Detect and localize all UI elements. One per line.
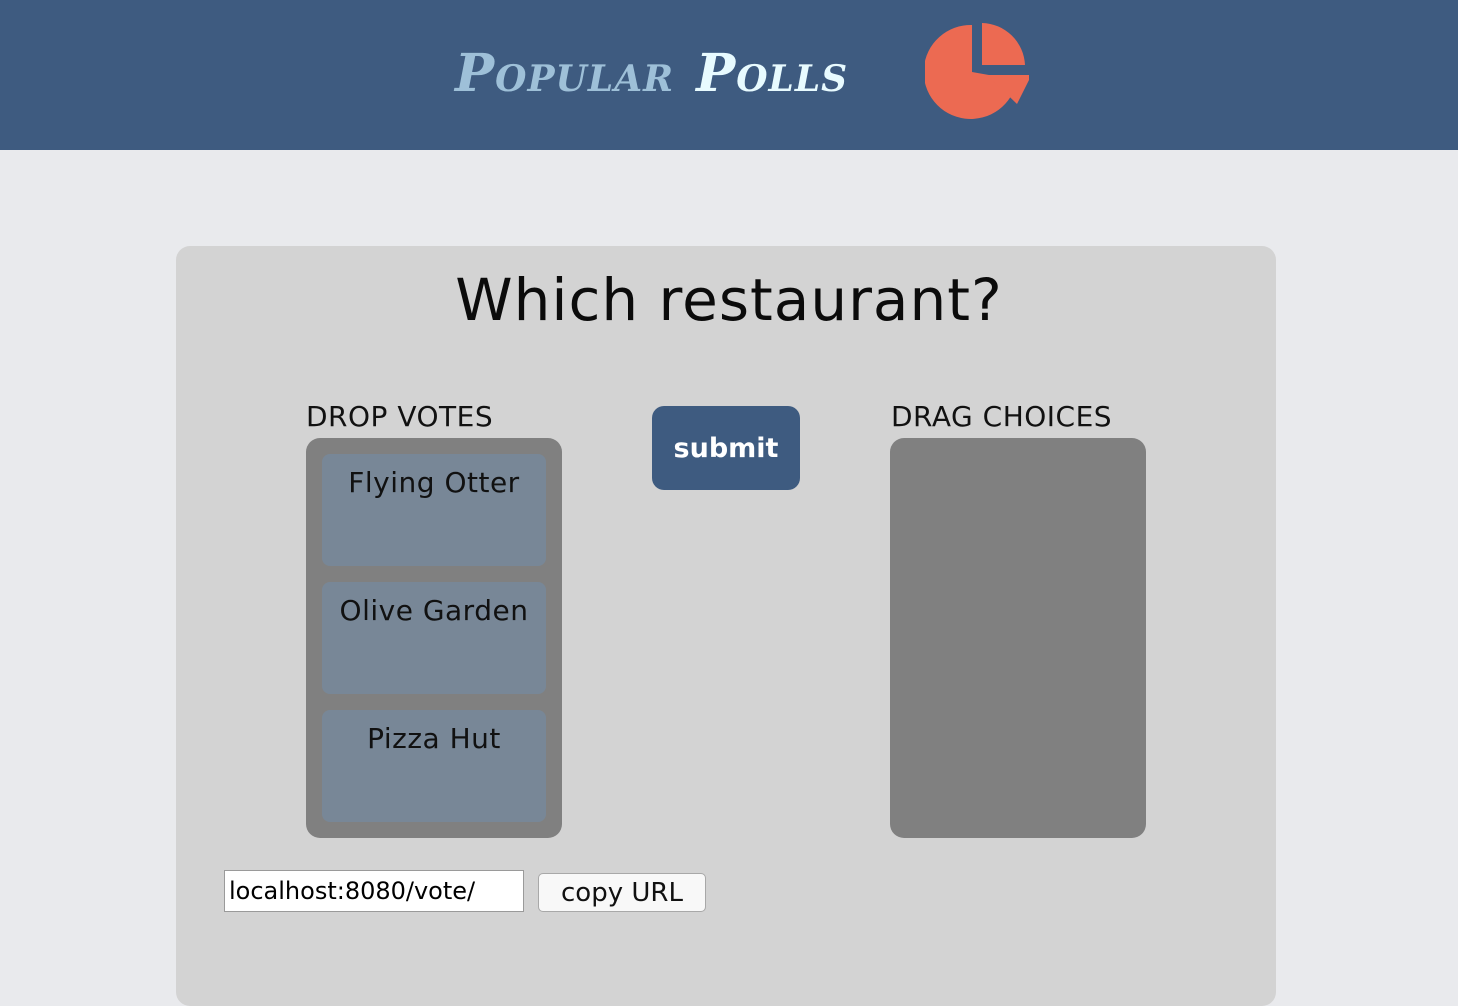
app-title-word-popular: Popular [455,42,675,104]
copy-url-button[interactable]: copy URL [538,873,706,912]
app-header: Popular Polls [0,0,1458,150]
app-title-word-polls: Polls [696,42,849,104]
vote-item[interactable]: Flying Otter [322,454,546,566]
submit-button[interactable]: submit [652,406,800,490]
poll-question: Which restaurant? [455,266,1003,334]
drag-choices-label: DRAG CHOICES [891,400,1113,433]
pie-chart-icon [925,23,1029,119]
drop-votes-zone[interactable]: Flying Otter Olive Garden Pizza Hut [306,438,562,838]
vote-item[interactable]: Pizza Hut [322,710,546,822]
drop-votes-label: DROP VOTES [306,400,494,433]
vote-item-label: Olive Garden [339,594,529,627]
share-url-input[interactable] [224,870,524,912]
drag-choices-zone[interactable] [890,438,1146,838]
vote-item-label: Flying Otter [348,466,520,499]
vote-item-label: Pizza Hut [367,722,501,755]
app-title: Popular Polls [455,38,848,108]
vote-item[interactable]: Olive Garden [322,582,546,694]
